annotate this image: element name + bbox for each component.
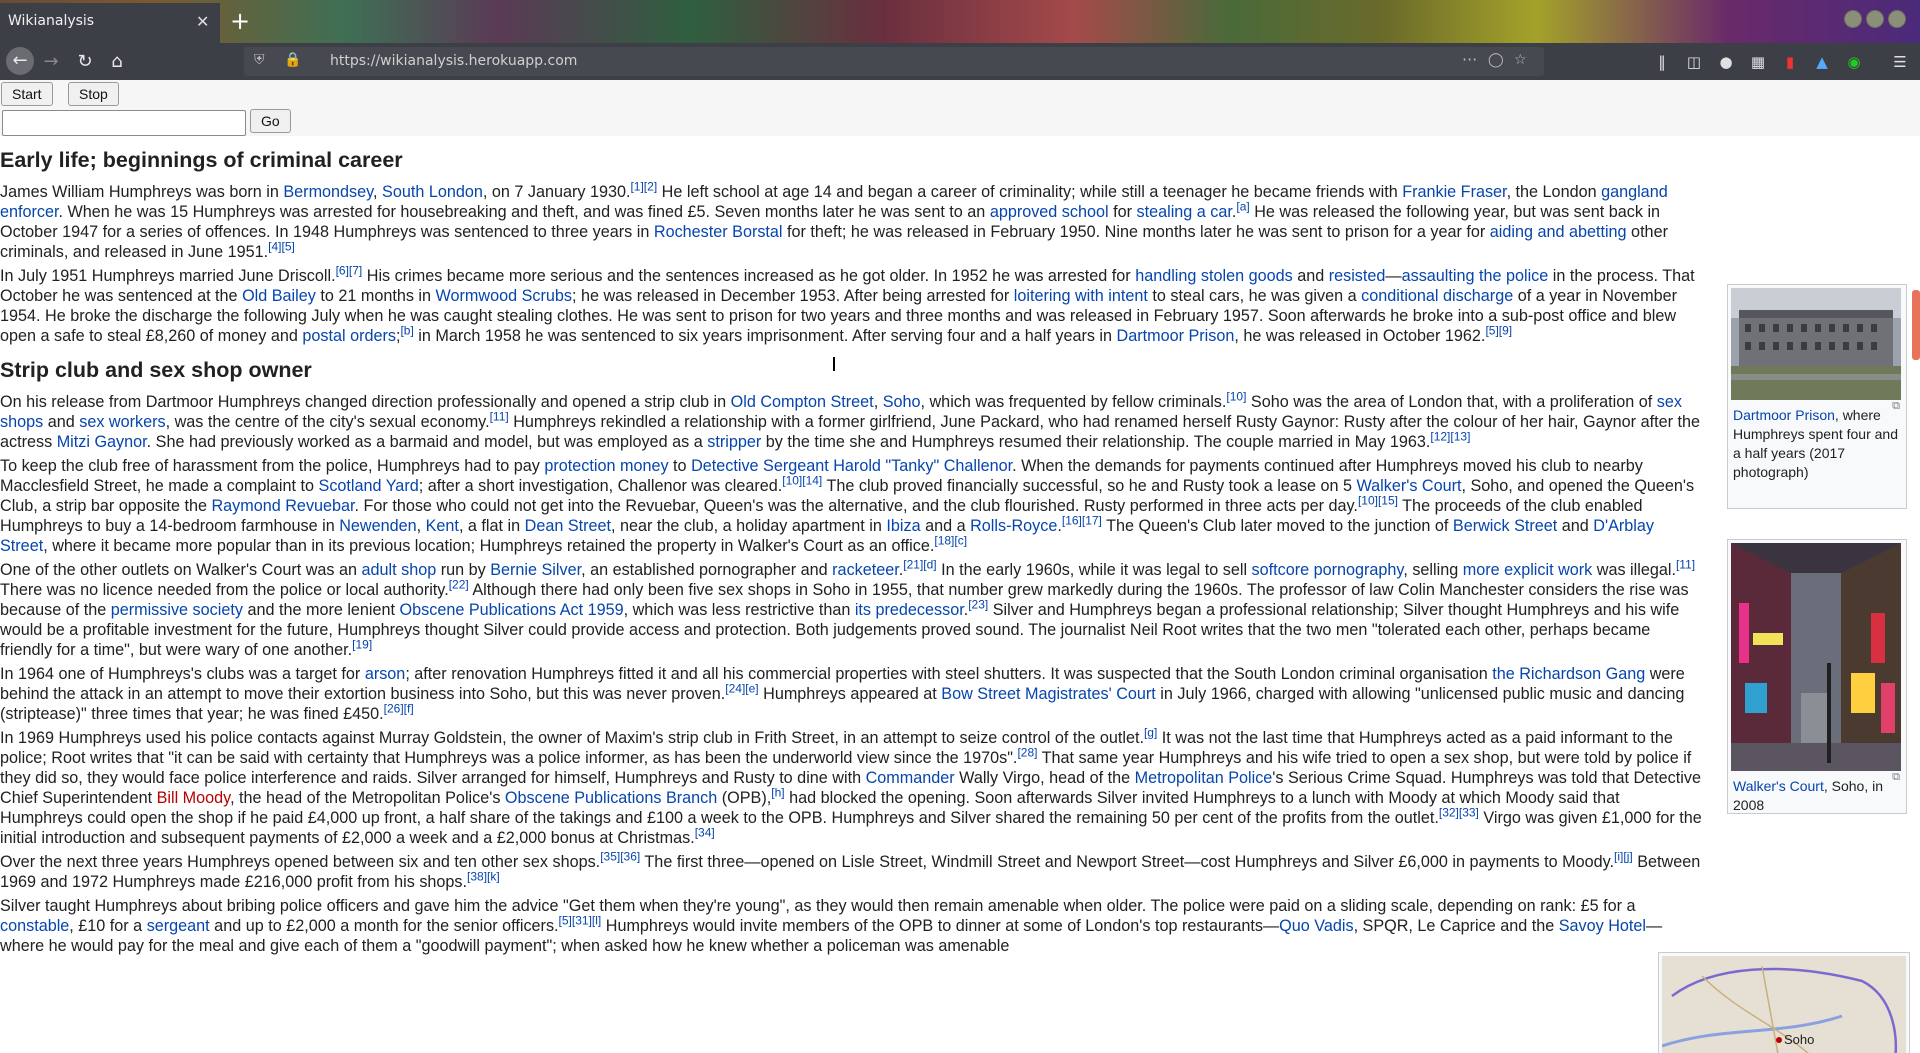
thumbnail-caption: Dartmoor Prison, where Humphreys spent f… — [1731, 404, 1903, 482]
library-icon[interactable]: ‖ — [1650, 51, 1674, 73]
enlarge-icon[interactable]: ⧉ — [1892, 770, 1900, 784]
lock-icon[interactable]: 🔒 — [284, 52, 301, 68]
caption-link-dartmoor[interactable]: Dartmoor Prison — [1733, 407, 1835, 423]
grammarly-icon[interactable]: ◉ — [1842, 51, 1866, 73]
forward-arrow-icon[interactable]: → — [40, 51, 62, 73]
address-bar[interactable]: ⛨ 🔒 https://wikianalysis.herokuapp.com ·… — [244, 47, 1544, 76]
pdf-extension-icon[interactable]: ▮ — [1778, 51, 1802, 73]
shield-icon[interactable]: ⛨ — [254, 52, 265, 68]
thumbnail-walkers-court: ⧉ Walker's Court, Soho, in 2008 — [1727, 539, 1907, 814]
paragraph: James William Humphreys was born in Berm… — [0, 179, 1668, 261]
scrollbar-thumb[interactable] — [1912, 290, 1920, 360]
page-actions-icon[interactable]: ··· — [1462, 50, 1477, 69]
extensions-toolbar: ‖ ◫ ● ▦ ▮ ▲ ◉ ☰ — [1650, 51, 1912, 73]
soho-location-map[interactable]: Soho — [1661, 956, 1906, 1053]
page-viewport: Start Stop Go Early life; beginnings of … — [0, 80, 1920, 1053]
extension-grid-icon[interactable]: ▦ — [1746, 51, 1770, 73]
close-tab-icon[interactable]: ✕ — [196, 12, 209, 31]
enlarge-icon[interactable]: ⧉ — [1892, 399, 1900, 413]
section-heading-early-life: Early life; beginnings of criminal caree… — [0, 148, 403, 172]
thumbnail-caption: Walker's Court, Soho, in 2008 — [1731, 775, 1903, 815]
query-input[interactable] — [2, 110, 246, 136]
url-text[interactable]: https://wikianalysis.herokuapp.com — [330, 53, 577, 69]
text-cursor — [833, 357, 835, 371]
tab-title: Wikianalysis — [8, 13, 95, 29]
thumbnail-dartmoor: ⧉ Dartmoor Prison, where Humphreys spent… — [1727, 284, 1907, 509]
title-bar: Wikianalysis ✕ + — [0, 0, 1920, 43]
paragraph: On his release from Dartmoor Humphreys c… — [0, 389, 1700, 451]
paragraph: One of the other outlets on Walker's Cou… — [0, 557, 1696, 659]
browser-tab[interactable]: Wikianalysis ✕ — [0, 3, 220, 43]
account-icon[interactable]: ● — [1714, 51, 1738, 73]
control-panel: Start Stop Go — [0, 80, 1920, 136]
reload-icon[interactable]: ↻ — [74, 51, 96, 73]
go-button[interactable]: Go — [250, 109, 291, 133]
paragraph: In 1964 one of Humphreys's clubs was a t… — [0, 665, 1685, 723]
paragraph: In 1969 Humphreys used his police contac… — [0, 725, 1702, 847]
home-icon[interactable]: ⌂ — [106, 51, 128, 73]
new-tab-button[interactable]: + — [230, 7, 250, 35]
close-window-button[interactable] — [1888, 10, 1906, 28]
maximize-button[interactable] — [1866, 10, 1884, 28]
sidebar-icon[interactable]: ◫ — [1682, 51, 1706, 73]
bookmark-star-icon[interactable]: ☆ — [1514, 52, 1527, 68]
minimize-button[interactable] — [1844, 10, 1862, 28]
paragraph: Over the next three years Humphreys open… — [0, 849, 1701, 891]
paragraph: Silver taught Humphreys about bribing po… — [0, 897, 1663, 955]
menu-icon[interactable]: ☰ — [1888, 51, 1912, 73]
window-controls — [1844, 10, 1906, 28]
dartmoor-prison-photo[interactable] — [1731, 288, 1901, 400]
thumbnail-soho-map: Soho — [1658, 952, 1910, 1053]
walkers-court-photo[interactable] — [1731, 543, 1901, 771]
paragraph: To keep the club free of harassment from… — [0, 457, 1695, 555]
article-body: Early life; beginnings of criminal caree… — [0, 136, 1705, 960]
start-button[interactable]: Start — [1, 82, 53, 106]
back-arrow-icon[interactable]: ← — [6, 47, 34, 75]
stop-button[interactable]: Stop — [68, 82, 119, 106]
pocket-icon[interactable]: ◯ — [1488, 52, 1504, 68]
caption-link-walkers-court[interactable]: Walker's Court — [1733, 778, 1824, 794]
navigation-toolbar: ← → ↻ ⌂ ⛨ 🔒 https://wikianalysis.herokua… — [0, 43, 1920, 80]
map-label-soho: Soho — [1784, 1032, 1814, 1047]
location-marker — [1776, 1037, 1782, 1043]
paragraph: In July 1951 Humphreys married June Dris… — [0, 263, 1695, 345]
section-heading-strip-club: Strip club and sex shop owner — [0, 358, 312, 382]
extension-badge-icon[interactable]: ▲ — [1810, 51, 1834, 73]
